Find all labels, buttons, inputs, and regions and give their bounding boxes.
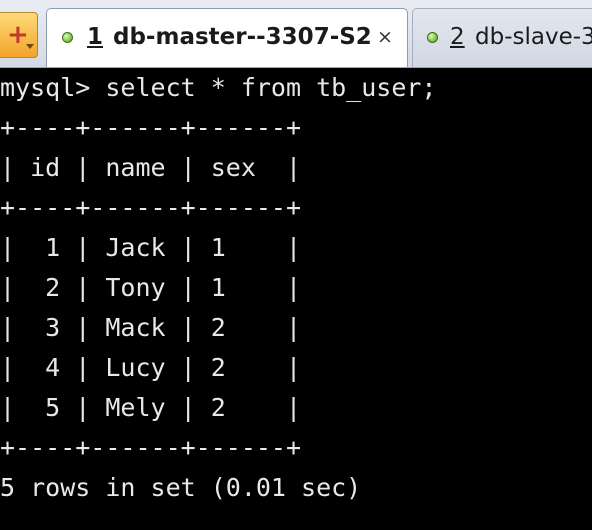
command-prompt-line: mysql> select * from tb_user; <box>0 73 437 102</box>
tab-label: db-master--3307-S2 <box>113 24 372 50</box>
table-header-row: | id | name | sex | <box>0 153 302 182</box>
result-summary-line: 5 rows in set (0.01 sec) <box>0 473 362 502</box>
table-row: | 1 | Jack | 1 | <box>0 233 302 262</box>
tab-label: db-slave-3 <box>475 24 592 50</box>
table-border: +----+------+------+ <box>0 433 302 462</box>
chevron-down-icon <box>26 44 34 49</box>
table-row: | 3 | Mack | 2 | <box>0 313 302 342</box>
close-icon[interactable]: × <box>377 9 393 65</box>
tab-db-slave[interactable]: 2 db-slave-3 <box>412 8 592 67</box>
tab-number: 2 <box>450 24 465 50</box>
connected-status-icon <box>427 32 438 43</box>
connected-status-icon <box>62 32 73 43</box>
table-row: | 2 | Tony | 1 | <box>0 273 302 302</box>
table-row: | 5 | Mely | 2 | <box>0 393 302 422</box>
terminal-window: + 1 db-master--3307-S2 × 2 db-slave-3 my… <box>0 0 592 530</box>
terminal-output[interactable]: mysql> select * from tb_user; +----+----… <box>0 68 592 530</box>
table-border: +----+------+------+ <box>0 193 302 222</box>
table-border: +----+------+------+ <box>0 113 302 142</box>
tab-db-master[interactable]: 1 db-master--3307-S2 × <box>46 8 408 67</box>
new-tab-button[interactable]: + <box>0 12 38 58</box>
table-row: | 4 | Lucy | 2 | <box>0 353 302 382</box>
tab-bar: + 1 db-master--3307-S2 × 2 db-slave-3 <box>0 0 592 68</box>
tab-number: 1 <box>87 24 104 50</box>
